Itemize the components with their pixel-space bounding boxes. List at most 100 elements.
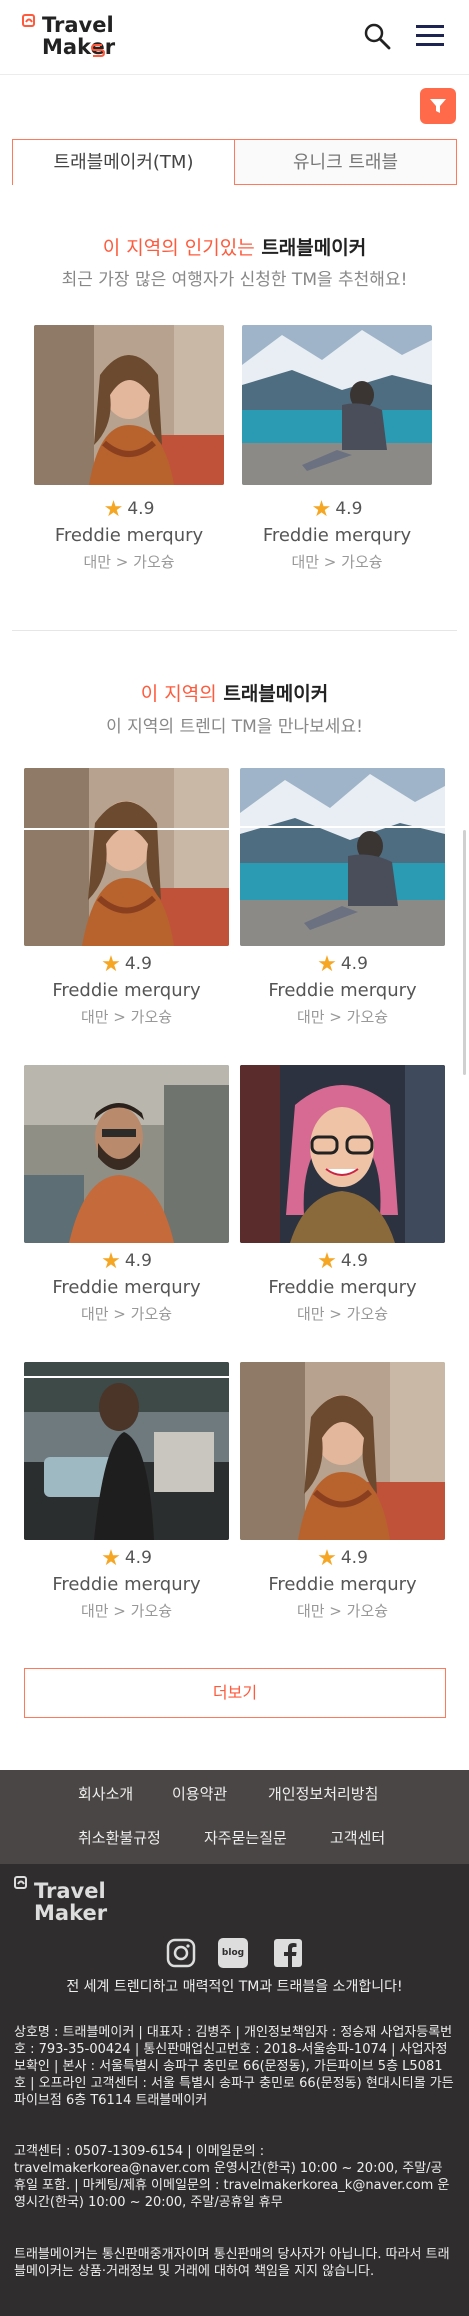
woman-portrait-image (34, 325, 224, 485)
footer-logo[interactable]: Travel Maker (14, 1876, 107, 1932)
tm-photo (24, 1065, 229, 1243)
tm-name: Freddie merqury (52, 1277, 201, 1298)
star-icon: ★ (317, 1546, 337, 1571)
page-scrollbar[interactable] (463, 830, 466, 1075)
footer-logo-text-line1: Travel (34, 1879, 106, 1903)
hamburger-menu-icon[interactable] (416, 24, 444, 48)
footer-logo-text-line2: Maker (34, 1901, 108, 1925)
section-divider (12, 630, 457, 631)
popular-title-rest: 트래블메이커 (254, 237, 367, 259)
tm-rating: ★ 4.9 (242, 497, 432, 522)
tm-rating: ★ 4.9 (24, 1249, 229, 1274)
woman-portrait-image (240, 1362, 445, 1540)
tm-rating: ★ 4.9 (240, 1546, 445, 1571)
tm-photo (240, 1065, 445, 1243)
tm-rating-value: 4.9 (335, 499, 363, 519)
tm-card[interactable]: ★ 4.9 Freddie merqury 대만 > 가오슝 (242, 325, 432, 585)
regional-title-rest: 트래블메이커 (216, 683, 329, 705)
tm-photo (242, 325, 432, 485)
tm-card[interactable]: ★ 4.9 Freddie merqury 대만 > 가오슝 (24, 1362, 229, 1622)
blog-icon[interactable]: blog (218, 1938, 248, 1968)
search-icon[interactable] (363, 22, 391, 50)
tm-photo (24, 768, 229, 946)
site-header: Travel Maker (0, 0, 469, 75)
popular-title-accent: 이 지역의 인기있는 (102, 237, 255, 259)
footer-link-terms[interactable]: 이용약관 (172, 1783, 227, 1804)
star-icon: ★ (317, 952, 337, 977)
tm-rating-value: 4.9 (340, 954, 368, 974)
footer-link-refund[interactable]: 취소환불규정 (78, 1827, 161, 1848)
star-icon: ★ (311, 497, 332, 522)
footer-contact-info: 고객센터 : 0507-1309-6154 | 이메일문의 : travelma… (14, 2144, 450, 2210)
footer-link-company[interactable]: 회사소개 (78, 1783, 133, 1804)
tm-location: 대만 > 가오슝 (83, 553, 175, 571)
man-portrait-image (24, 1065, 229, 1243)
category-tabs: 트래블메이커(TM) 유니크 트래블 (12, 139, 457, 186)
hiker-lake-image (240, 768, 445, 946)
hiker-lake-image (242, 325, 432, 485)
tm-card[interactable]: ★ 4.9 Freddie merqury 대만 > 가오슝 (24, 1065, 229, 1325)
tm-rating-value: 4.9 (340, 1251, 368, 1271)
tm-rating-value: 4.9 (124, 1251, 152, 1271)
popular-section-title: 이 지역의 인기있는 트래블메이커 (0, 233, 469, 260)
tm-location: 대만 > 가오슝 (80, 1008, 173, 1026)
tab-unique-travel[interactable]: 유니크 트래블 (234, 139, 457, 185)
regional-section-subtitle: 이 지역의 트렌디 TM을 만나보세요! (106, 717, 363, 737)
street-traveler-image (24, 1362, 229, 1540)
tm-rating-value: 4.9 (127, 499, 155, 519)
footer-logo-text: Travel Maker (34, 1880, 107, 1924)
star-icon: ★ (101, 1249, 121, 1274)
tm-rating: ★ 4.9 (34, 497, 224, 522)
tm-card[interactable]: ★ 4.9 Freddie merqury 대만 > 가오슝 (34, 325, 224, 585)
tm-location: 대만 > 가오슝 (80, 1602, 173, 1620)
woman-glasses-portrait-image (240, 1065, 445, 1243)
tm-photo (24, 1362, 229, 1540)
tm-card[interactable]: ★ 4.9 Freddie merqury 대만 > 가오슝 (24, 768, 229, 1028)
star-icon: ★ (101, 952, 121, 977)
logo-s-mark-icon (90, 44, 106, 57)
tm-photo (34, 325, 224, 485)
tm-rating-value: 4.9 (124, 1548, 152, 1568)
tabs-underline (234, 184, 457, 185)
filter-icon (430, 99, 446, 113)
tm-card[interactable]: ★ 4.9 Freddie merqury 대만 > 가오슝 (240, 1065, 445, 1325)
tm-name: Freddie merqury (52, 980, 201, 1001)
footer-link-privacy[interactable]: 개인정보처리방침 (268, 1783, 378, 1804)
popular-section-subtitle: 최근 가장 많은 여행자가 신청한 TM을 추천해요! (61, 270, 408, 290)
footer-link-support[interactable]: 고객센터 (330, 1827, 385, 1848)
tm-name: Freddie merqury (262, 525, 412, 546)
tm-rating-value: 4.9 (124, 954, 152, 974)
footer-disclaimer: 트래블메이커는 통신판매중개자이며 통신판매의 당사자가 아닙니다. 따라서 트… (14, 2247, 450, 2279)
tm-name: Freddie merqury (268, 1574, 417, 1595)
tm-location: 대만 > 가오슝 (296, 1008, 389, 1026)
regional-section-title: 이 지역의 트래블메이커 (0, 679, 469, 706)
tm-photo (240, 768, 445, 946)
logo-mark-icon (14, 1876, 27, 1889)
footer-link-faq[interactable]: 자주묻는질문 (204, 1827, 287, 1848)
facebook-icon[interactable] (273, 1938, 303, 1968)
filter-button[interactable] (420, 88, 456, 124)
tm-card[interactable]: ★ 4.9 Freddie merqury 대만 > 가오슝 (240, 768, 445, 1028)
tm-card[interactable]: ★ 4.9 Freddie merqury 대만 > 가오슝 (240, 1362, 445, 1622)
tab-travelmaker[interactable]: 트래블메이커(TM) (12, 139, 235, 185)
tm-location: 대만 > 가오슝 (80, 1305, 173, 1323)
tm-rating-value: 4.9 (340, 1548, 368, 1568)
tm-location: 대만 > 가오슝 (296, 1602, 389, 1620)
star-icon: ★ (101, 1546, 121, 1571)
logo-mark-icon (22, 14, 35, 27)
tm-rating: ★ 4.9 (24, 952, 229, 977)
tm-rating: ★ 4.9 (240, 952, 445, 977)
travelmaker-logo[interactable]: Travel Maker (22, 12, 115, 64)
star-icon: ★ (317, 1249, 337, 1274)
tm-name: Freddie merqury (268, 980, 417, 1001)
footer-tagline: 전 세계 트렌디하고 매력적인 TM과 트래블을 소개합니다! (66, 1979, 403, 1995)
logo-text-line1: Travel (42, 13, 114, 37)
star-icon: ★ (103, 497, 124, 522)
tm-name: Freddie merqury (54, 525, 204, 546)
tm-location: 대만 > 가오슝 (296, 1305, 389, 1323)
tm-rating: ★ 4.9 (24, 1546, 229, 1571)
woman-portrait-image (24, 768, 229, 946)
footer-company-info: 상호명 : 트래블메이커 | 대표자 : 김병주 | 개인정보책임자 : 정승재… (14, 2025, 454, 2108)
more-button[interactable]: 더보기 (24, 1668, 446, 1718)
instagram-icon[interactable] (166, 1938, 196, 1968)
